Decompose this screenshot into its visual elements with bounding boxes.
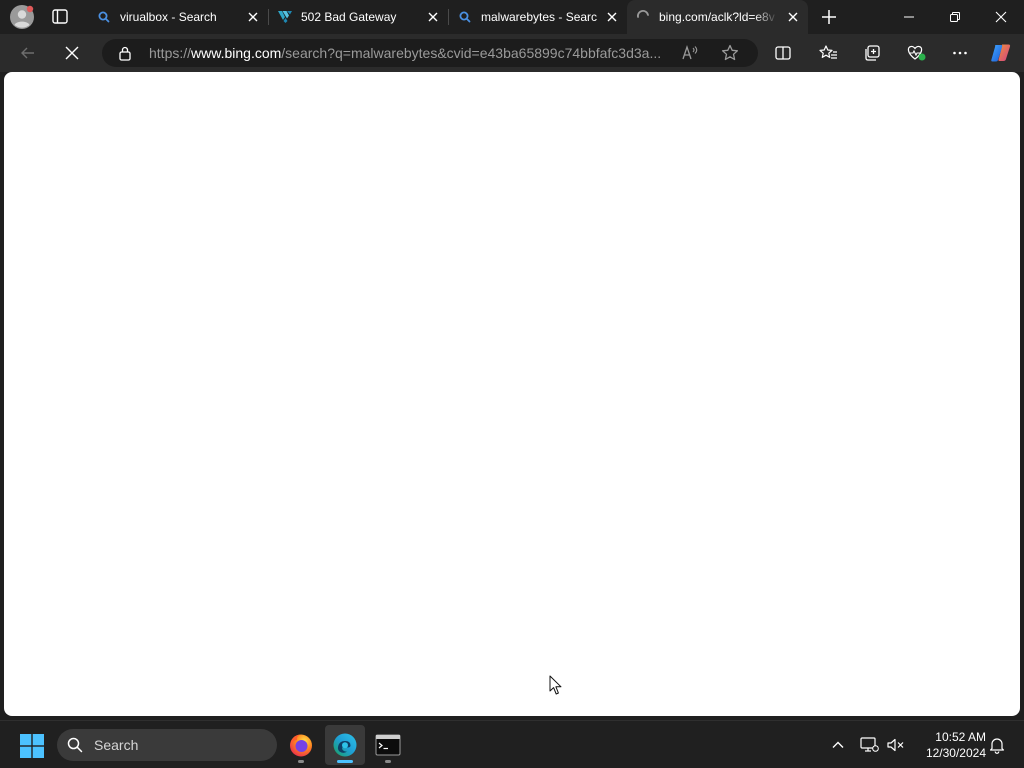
windows-start-icon[interactable] (20, 734, 44, 758)
bing-search-icon (96, 9, 112, 25)
browser-essentials-icon[interactable] (903, 41, 929, 65)
show-hidden-icons-chevron-up-icon[interactable] (826, 733, 850, 757)
system-clock[interactable]: 10:52 AM 12/30/2024 (914, 729, 986, 761)
read-aloud-icon[interactable] (680, 43, 700, 63)
new-tab-button[interactable] (818, 7, 840, 27)
settings-more-icon[interactable] (947, 41, 973, 65)
tab-strip: virualbox - Search 502 Bad Gateway malwa… (0, 0, 1024, 34)
running-indicator (385, 760, 391, 763)
clock-date: 12/30/2024 (925, 746, 986, 760)
close-tab-icon[interactable] (426, 10, 440, 24)
restore-button[interactable] (932, 0, 978, 34)
network-display-icon[interactable] (857, 733, 881, 757)
bing-search-icon (457, 9, 473, 25)
add-favorite-star-icon[interactable] (720, 43, 740, 63)
tab-virualbox-search[interactable]: virualbox - Search (88, 0, 268, 34)
terminal-icon (375, 734, 401, 756)
tab-bing-aclk-active[interactable]: bing.com/aclk?ld=e8v (627, 0, 808, 34)
taskbar-edge-button[interactable] (325, 725, 365, 765)
search-icon (67, 737, 83, 753)
edge-icon (332, 732, 358, 758)
tab-title: 502 Bad Gateway (301, 10, 397, 24)
running-indicator (298, 760, 304, 763)
tab-actions-menu-icon[interactable] (48, 6, 72, 28)
stop-loading-button[interactable] (59, 41, 85, 65)
taskbar-firefox-button[interactable] (281, 725, 321, 765)
profile-avatar-icon[interactable] (10, 5, 34, 29)
page-content-area[interactable] (4, 72, 1020, 716)
url-host: www.bing.com (191, 45, 282, 61)
clock-time: 10:52 AM (935, 730, 986, 744)
windows-taskbar: Search 10:52 AM 12/30/2024 (0, 720, 1024, 768)
vultr-logo-icon (277, 9, 293, 25)
mouse-cursor-icon (549, 675, 563, 696)
lock-icon[interactable] (117, 45, 133, 61)
back-button[interactable] (15, 41, 41, 65)
close-tab-icon[interactable] (246, 10, 260, 24)
firefox-icon (288, 732, 314, 758)
minimize-button[interactable] (886, 0, 932, 34)
tab-title: bing.com/aclk?ld=e8v (659, 10, 775, 24)
url-text[interactable]: https://www.bing.com/search?q=malwarebyt… (149, 39, 679, 67)
url-path: /search?q=malwarebytes&cvid=e43ba65899c7… (281, 45, 662, 61)
close-tab-icon[interactable] (605, 10, 619, 24)
url-scheme: https:// (149, 45, 192, 61)
tab-malwarebytes-search[interactable]: malwarebytes - Search (449, 0, 627, 34)
taskbar-search-box[interactable]: Search (57, 729, 277, 761)
copilot-icon[interactable] (988, 41, 1014, 65)
address-bar[interactable]: https://www.bing.com/search?q=malwarebyt… (102, 39, 758, 67)
notification-bell-icon[interactable] (985, 733, 1009, 757)
tab-title: malwarebytes - Search (481, 10, 597, 24)
taskbar-terminal-button[interactable] (368, 725, 408, 765)
close-window-button[interactable] (978, 0, 1024, 34)
close-tab-icon[interactable] (786, 10, 800, 24)
tab-title: virualbox - Search (120, 10, 217, 24)
browser-toolbar: https://www.bing.com/search?q=malwarebyt… (0, 34, 1024, 72)
favorites-button[interactable] (815, 41, 841, 65)
collections-button[interactable] (859, 41, 885, 65)
loading-spinner-icon (635, 9, 651, 25)
search-label: Search (94, 737, 139, 753)
tab-502-bad-gateway[interactable]: 502 Bad Gateway (269, 0, 448, 34)
running-indicator (337, 760, 353, 763)
volume-muted-icon[interactable] (884, 733, 908, 757)
split-screen-button[interactable] (770, 41, 796, 65)
